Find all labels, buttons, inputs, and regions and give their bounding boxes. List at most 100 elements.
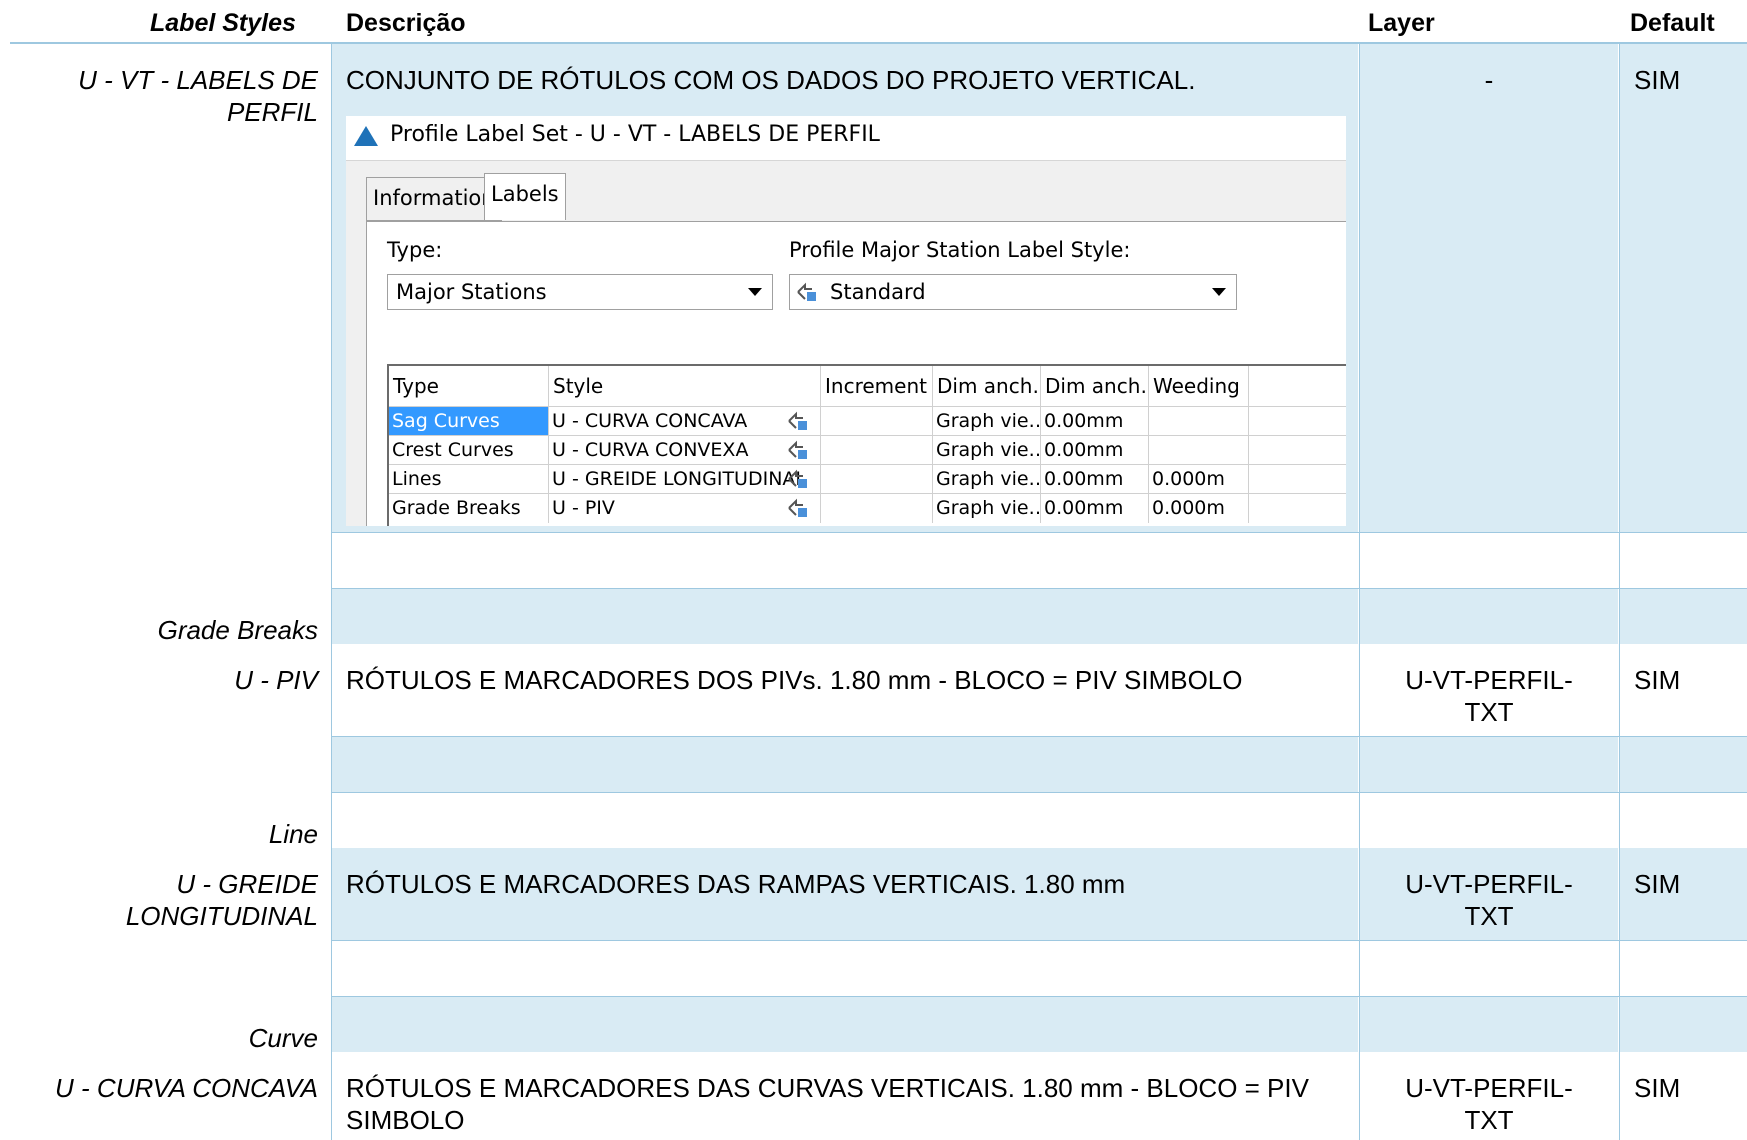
type-dropdown-value: Major Stations (396, 280, 547, 304)
dialog-title: Profile Label Set - U - VT - LABELS DE P… (390, 122, 880, 147)
row-layer: U-VT-PERFIL-TXT (1360, 848, 1618, 940)
grid-header-dim-anchor-2[interactable]: Dim anch… (1041, 366, 1149, 406)
header-layer: Layer (1368, 9, 1435, 37)
row-default: SIM (1634, 665, 1681, 695)
empty-cell (332, 996, 1358, 1052)
row-divider (332, 736, 1747, 737)
cell-dim-anchor-2[interactable]: 0.00mm (1041, 465, 1149, 494)
group-label: Grade Breaks (0, 588, 330, 645)
row-description: RÓTULOS E MARCADORES DAS CURVAS VERTICAI… (346, 1073, 1309, 1135)
row-default: SIM (1620, 848, 1747, 940)
cell-dim-anchor-1[interactable]: Graph vie… (933, 436, 1041, 465)
cell-dim-anchor-2[interactable]: 0.00mm (1041, 494, 1149, 523)
cell-type[interactable]: Sag Curves (389, 407, 549, 436)
grid-header-weeding[interactable]: Weeding (1149, 366, 1249, 406)
group-label: Line (268, 819, 318, 849)
cell-style[interactable]: U - CURVA CONCAVA (549, 407, 821, 436)
chevron-down-icon (1212, 288, 1226, 296)
grid-header-increment[interactable]: Increment (821, 366, 933, 406)
row-divider (332, 792, 1747, 793)
table-header: Label Styles Descrição Layer Default (0, 0, 1747, 44)
cell-style[interactable]: U - CURVA CONVEXA (549, 436, 821, 465)
cell-dim-anchor-1[interactable]: Graph vie… (933, 465, 1041, 494)
row-default: SIM (1620, 44, 1747, 532)
tab-labels[interactable]: Labels (484, 173, 566, 220)
cell-style[interactable]: U - GREIDE LONGITUDINAL (549, 465, 821, 494)
label-style-icon (797, 282, 816, 301)
grid-row[interactable]: Grade Breaks U - PIV Graph vie… 0.00mm 0.000… (389, 493, 1346, 523)
cell-dim-anchor-2[interactable]: 0.00mm (1041, 407, 1149, 436)
cell-increment[interactable] (821, 494, 933, 523)
empty-cell (1620, 996, 1747, 1052)
grid-header-style[interactable]: Style (549, 366, 821, 406)
row-divider (332, 532, 1747, 533)
cell-weeding[interactable]: 0.000m (1149, 465, 1249, 494)
style-label: Profile Major Station Label Style: (789, 238, 1131, 262)
row-layer: U-VT-PERFIL-TXT (1405, 665, 1573, 727)
type-label: Type: (387, 238, 443, 262)
empty-cell (332, 588, 1358, 644)
empty-cell (1620, 736, 1747, 792)
dialog-titlebar: Profile Label Set - U - VT - LABELS DE P… (346, 116, 1346, 160)
style-picker-icon[interactable] (787, 497, 809, 519)
row-default: SIM (1634, 1073, 1681, 1103)
type-dropdown[interactable]: Major Stations (387, 274, 773, 310)
style-dropdown-value: Standard (830, 280, 926, 304)
header-descricao: Descrição (346, 9, 466, 37)
grid-header-dim-anchor-1[interactable]: Dim anch… (933, 366, 1041, 406)
header-default: Default (1630, 9, 1715, 37)
cell-weeding[interactable] (1149, 436, 1249, 465)
table-row: U - CURVA CONCAVA RÓTULOS E MARCADORES D… (0, 1052, 1747, 1140)
table-row: U - PIV RÓTULOS E MARCADORES DOS PIVs. 1… (0, 644, 1747, 736)
style-picker-icon[interactable] (787, 468, 809, 490)
style-picker-icon[interactable] (787, 410, 809, 432)
table-row: Curve (0, 996, 1747, 1053)
row-divider (332, 588, 1747, 589)
table-row: Grade Breaks (0, 588, 1747, 645)
column-divider (331, 44, 332, 1140)
grid-row[interactable]: Crest Curves U - CURVA CONVEXA Graph vie… 0… (389, 435, 1346, 465)
civil3d-logo-icon (354, 126, 378, 146)
cell-increment[interactable] (821, 436, 933, 465)
column-divider (1359, 44, 1360, 1140)
table-row (0, 940, 1747, 996)
cell-dim-anchor-1[interactable]: Graph vie… (933, 494, 1041, 523)
table-row: Line (0, 792, 1747, 849)
table-row (0, 736, 1747, 792)
cell-weeding[interactable]: 0.000m (1149, 494, 1249, 523)
cell-weeding[interactable] (1149, 407, 1249, 436)
grid-header-type[interactable]: Type (389, 366, 549, 406)
empty-cell (332, 736, 1358, 792)
empty-cell (1620, 588, 1747, 644)
cell-type[interactable]: Grade Breaks (389, 494, 549, 523)
empty-cell (1360, 736, 1618, 792)
row-label: U - CURVA CONCAVA (55, 1073, 318, 1103)
labels-panel: Type: Profile Major Station Label Style:… (366, 221, 1346, 526)
tab-information[interactable]: Information (366, 177, 502, 221)
group-label: Curve (0, 996, 330, 1053)
cell-increment[interactable] (821, 407, 933, 436)
cell-dim-anchor-1[interactable]: Graph vie… (933, 407, 1041, 436)
row-layer: U-VT-PERFIL-TXT (1405, 1073, 1573, 1135)
style-dropdown[interactable]: Standard (789, 274, 1237, 310)
empty-cell (1360, 996, 1618, 1052)
row-label: U - GREIDE LONGITUDINAL (0, 848, 330, 940)
header-label-styles: Label Styles (150, 9, 296, 37)
row-divider (332, 940, 1747, 941)
row-layer: - (1360, 44, 1618, 532)
cell-type[interactable]: Lines (389, 465, 549, 494)
cell-increment[interactable] (821, 465, 933, 494)
grid-row[interactable]: Lines U - GREIDE LONGITUDINAL Graph vie… 0.… (389, 464, 1346, 494)
chevron-down-icon (748, 288, 762, 296)
cell-dim-anchor-2[interactable]: 0.00mm (1041, 436, 1149, 465)
row-description: RÓTULOS E MARCADORES DOS PIVs. 1.80 mm -… (346, 665, 1243, 695)
table-row (0, 532, 1747, 588)
style-picker-icon[interactable] (787, 439, 809, 461)
dialog-body: Type: Profile Major Station Label Style:… (346, 160, 1346, 526)
table-row: U - GREIDE LONGITUDINAL RÓTULOS E MARCAD… (0, 848, 1747, 940)
labels-grid: Type Style Increment Dim anch… Dim anch…… (387, 364, 1346, 526)
cell-style[interactable]: U - PIV (549, 494, 821, 523)
grid-row[interactable]: Sag Curves U - CURVA CONCAVA Graph vie… 0.0… (389, 406, 1346, 436)
row-label: U - PIV (234, 665, 318, 695)
cell-type[interactable]: Crest Curves (389, 436, 549, 465)
